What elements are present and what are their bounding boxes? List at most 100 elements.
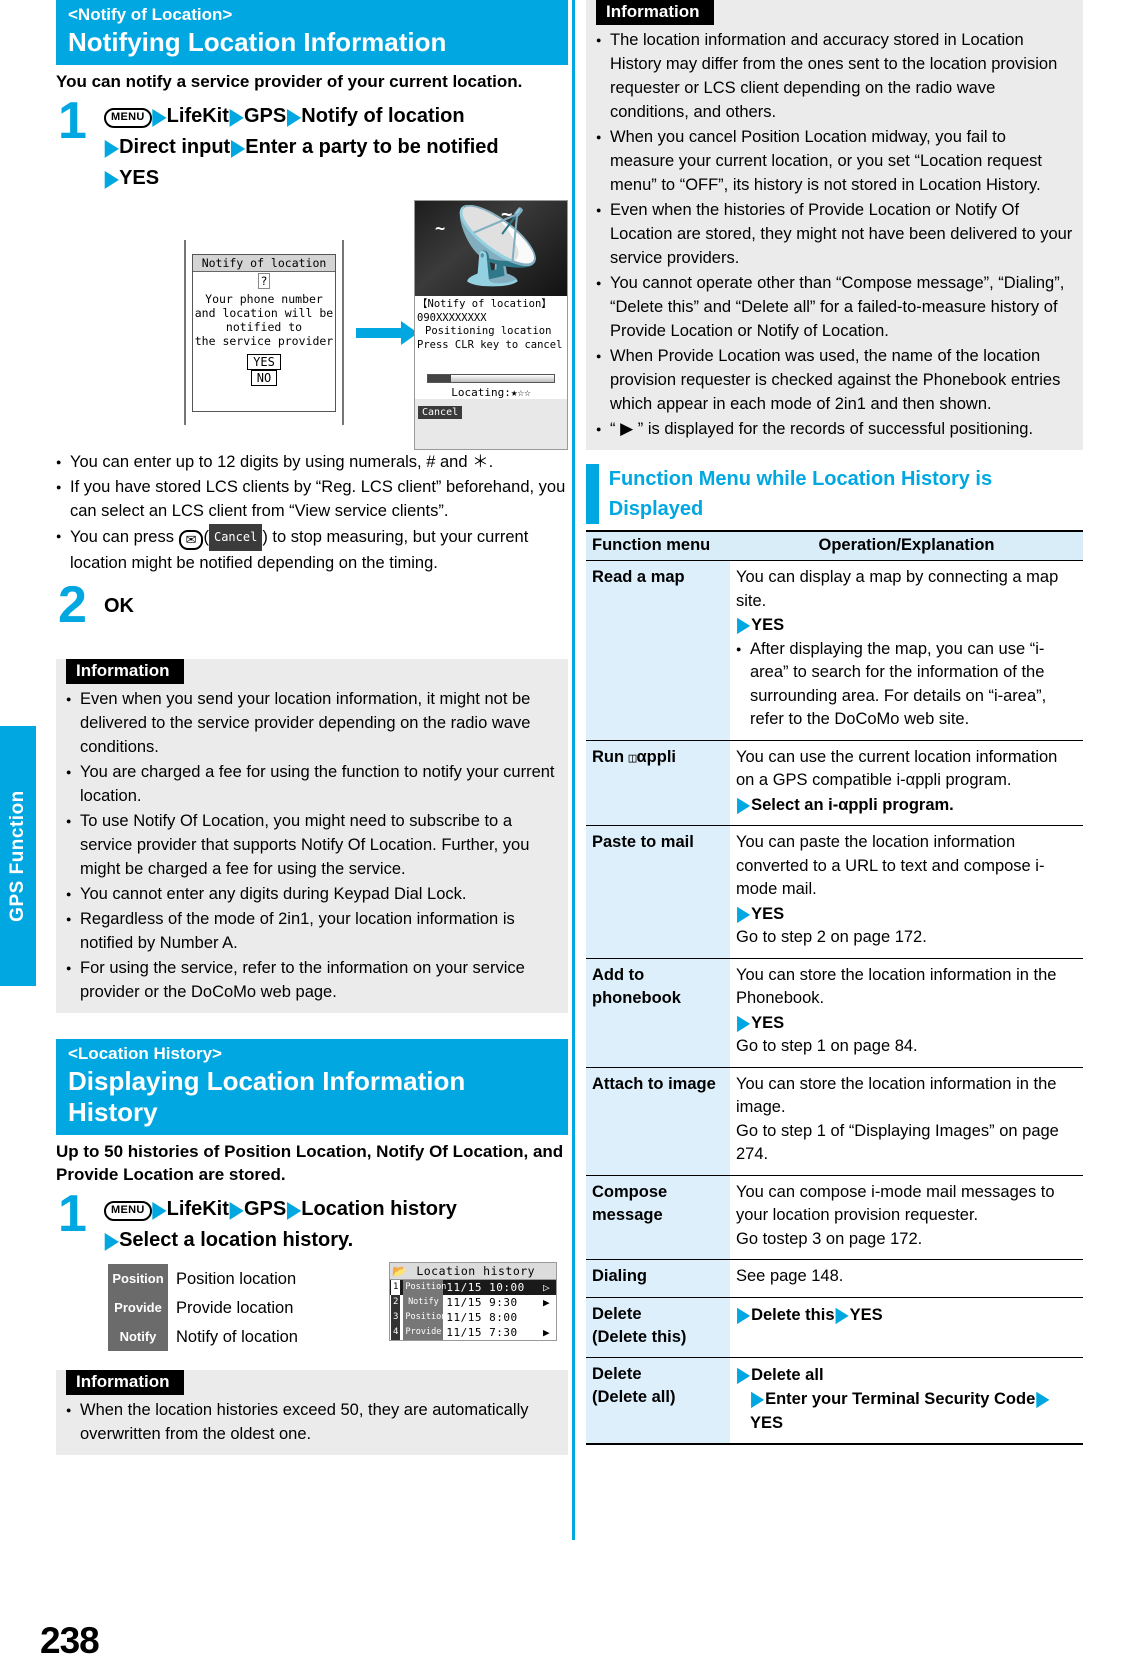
arrow-icon: ▶ — [105, 1228, 119, 1253]
screenshot-positioning: ~ ~ 📡 【Notify of location】 090XXXXXXXX P… — [414, 200, 568, 450]
legend-row: Provide Provide location — [108, 1293, 298, 1322]
info-item: Even when the histories of Provide Locat… — [596, 198, 1073, 270]
arrow-icon: ▶ — [835, 1302, 849, 1326]
arrow-icon: ▶ — [287, 1197, 301, 1222]
step1-line2a: Direct input — [119, 136, 231, 158]
info-item: The location information and accuracy st… — [596, 28, 1073, 124]
history-screen-title: Location history — [416, 1264, 536, 1278]
table-row: Read a map You can display a map by conn… — [586, 560, 1083, 741]
heading-tick — [586, 464, 599, 524]
flag-icon: ▶ — [543, 1296, 550, 1309]
step1-line1b: GPS — [243, 105, 287, 127]
flag-icon: ▶ — [620, 419, 634, 438]
step-number: 2 — [58, 576, 87, 634]
information-box-3: Information The location information and… — [586, 0, 1083, 450]
step1-line3a: YES — [119, 167, 160, 189]
arrow-icon: ▶ — [737, 612, 751, 637]
information-title: Information — [596, 0, 714, 25]
fn-name: Delete (Delete this) — [586, 1297, 730, 1358]
arrow-icon: ▶ — [737, 792, 751, 816]
legend: Position Position location Provide Provide… — [108, 1264, 298, 1351]
table-header-operation: Operation/Explanation — [730, 530, 1083, 561]
history-row[interactable]: 2 Notify 11/15 9:30 ▶ — [390, 1295, 556, 1310]
info-item-flag: “ ▶ ” is displayed for the records of su… — [596, 417, 1073, 441]
tag-position: Position — [108, 1264, 168, 1293]
arrow-icon: ▶ — [1036, 1386, 1050, 1411]
section-subtitle: <Notify of Location> — [68, 5, 233, 24]
section2-lead: Up to 50 histories of Position Location,… — [56, 1142, 564, 1184]
info-item: When Provide Location was used, the name… — [596, 344, 1073, 416]
table-row: Run ◫αppli You can use the current locat… — [586, 740, 1083, 826]
fn-desc: You can use the current location informa… — [730, 740, 1083, 826]
note-item: You can press ✉(Cancel) to stop measurin… — [56, 524, 568, 575]
dialog-line-3: notified to — [225, 320, 303, 334]
right-column: Information The location information and… — [586, 0, 1083, 1445]
history-row[interactable]: 4 Provide 11/15 7:30 ▶ — [390, 1325, 556, 1340]
fn-desc: ▶Delete all ▶Enter your Terminal Securit… — [730, 1357, 1083, 1445]
fn-name: Dialing — [586, 1259, 730, 1298]
legend-label: Position location — [176, 1270, 297, 1288]
tag-notify: Notify — [108, 1322, 168, 1351]
function-menu-heading-text: Function Menu while Location History is … — [608, 468, 993, 520]
phone-screenshots: Notify of location ? Your phone number a… — [56, 200, 568, 450]
info-item: Even when you send your location informa… — [66, 687, 558, 759]
cancel-softkey[interactable]: Cancel — [418, 406, 463, 419]
fn-desc: You can store the location information i… — [730, 1067, 1083, 1176]
fn-name: Run ◫αppli — [586, 740, 730, 826]
tag-provide: Provide — [108, 1293, 168, 1322]
arrow-icon: ▶ — [152, 1197, 166, 1222]
section-title: Notifying Location Information — [68, 27, 447, 57]
screenshot-confirm-dialog: Notify of location ? Your phone number a… — [184, 240, 344, 425]
s2-step1-line1a: LifeKit — [166, 1198, 229, 1220]
table-row: Compose message You can compose i-mode m… — [586, 1175, 1083, 1260]
information-title: Information — [66, 659, 184, 684]
s2-step1-line1b: GPS — [243, 1198, 287, 1220]
step1-line1a: LifeKit — [166, 105, 229, 127]
information-box-1: Information Even when you send your loca… — [56, 659, 568, 1013]
history-row[interactable]: 3 Position 11/15 8:00 — [390, 1310, 556, 1325]
dialog-no-button[interactable]: NO — [250, 370, 278, 386]
dialog-yes-button[interactable]: YES — [247, 354, 281, 370]
step2-label: OK — [104, 595, 134, 617]
legend-label: Notify of location — [176, 1328, 298, 1346]
step-1-location-history: 1 MENU ▶LifeKit▶GPS▶Location history ▶Sel… — [56, 1188, 568, 1256]
info-item: You are charged a fee for using the func… — [66, 760, 558, 808]
arrow-icon: ▶ — [737, 1010, 751, 1034]
folder-icon: 📂 — [392, 1264, 407, 1278]
fn-desc: See page 148. — [730, 1259, 1083, 1298]
fn-desc: You can compose i-mode mail messages to … — [730, 1175, 1083, 1260]
cancel-softkey-inline[interactable]: Cancel — [208, 524, 263, 551]
menu-key-icon[interactable]: MENU — [104, 1201, 152, 1221]
info-item: You cannot operate other than “Compose m… — [596, 271, 1073, 343]
flag-icon: ▷ — [543, 1281, 550, 1294]
side-tab-gps-function: GPS Function — [0, 726, 36, 986]
fn-name: Delete (Delete all) — [586, 1357, 730, 1445]
fn-name: Add to phonebook — [586, 958, 730, 1068]
lcd-title: Notify of location — [193, 255, 335, 272]
menu-key-icon[interactable]: MENU — [104, 108, 152, 128]
fn-name: Attach to image — [586, 1067, 730, 1176]
screenshot-location-history: 📂 Location history 1 Position 11/15 10:00 ▷ … — [389, 1262, 557, 1341]
legend-row: Position Position location — [108, 1264, 298, 1293]
arrow-icon: ▶ — [287, 104, 301, 129]
table-row: Attach to image You can store the locati… — [586, 1067, 1083, 1176]
table-row: Paste to mail You can paste the location… — [586, 825, 1083, 959]
info-item: When the location histories exceed 50, t… — [66, 1398, 558, 1446]
signal-wave-icon-2: ~ — [435, 219, 446, 239]
fn-desc: You can store the location information i… — [730, 958, 1083, 1068]
dialog-line-2: and location will be — [194, 306, 334, 320]
arrow-icon: ▶ — [737, 901, 751, 925]
section-title: Displaying Location Information History — [68, 1066, 466, 1127]
satellite-dish-icon: 📡 — [451, 204, 544, 287]
step1-line1c: Notify of location — [301, 105, 465, 127]
history-row[interactable]: 1 Position 11/15 10:00 ▷ — [390, 1280, 556, 1295]
fn-name: Paste to mail — [586, 825, 730, 959]
column-divider — [572, 0, 575, 1540]
progress-bar — [427, 374, 555, 383]
page-number: 238 — [40, 1620, 100, 1661]
fn-name: Read a map — [586, 560, 730, 741]
section1-notes: You can enter up to 12 digits by using n… — [56, 450, 568, 575]
mail-key-icon[interactable]: ✉ — [178, 530, 204, 550]
table-row: Add to phonebook You can store the locat… — [586, 958, 1083, 1068]
left-column: <Notify of Location> Notifying Location … — [56, 0, 568, 1455]
